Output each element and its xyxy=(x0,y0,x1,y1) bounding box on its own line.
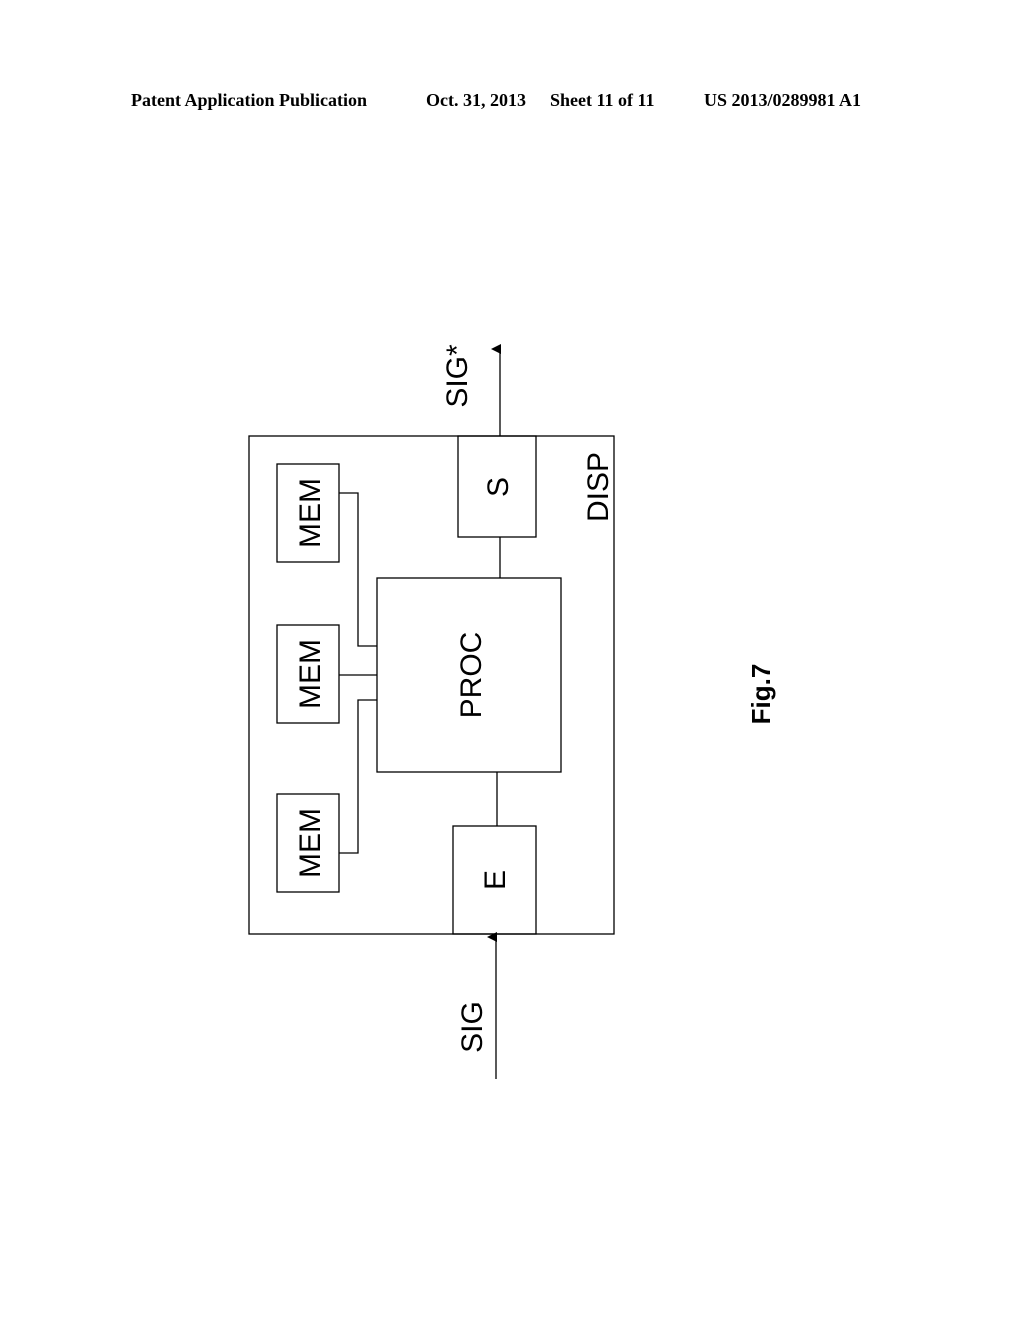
output-signal-label: SIG* xyxy=(441,344,474,408)
figure-label: Fig.7 xyxy=(746,664,776,725)
disp-label: DISP xyxy=(582,452,615,522)
processor-label: PROC xyxy=(455,632,488,719)
output-block-label: S xyxy=(482,477,515,497)
block-diagram: DISP S PROC E MEM MEM MEM SIG* SIG Fig.7 xyxy=(248,344,776,1079)
memory-label-1: MEM xyxy=(294,478,327,548)
input-block-label: E xyxy=(479,870,512,890)
memory-label-3: MEM xyxy=(294,808,327,878)
memory-label-2: MEM xyxy=(294,639,327,709)
input-signal-label: SIG xyxy=(456,1001,489,1053)
memory-3-connector xyxy=(339,699,377,854)
memory-1-connector xyxy=(339,492,377,647)
